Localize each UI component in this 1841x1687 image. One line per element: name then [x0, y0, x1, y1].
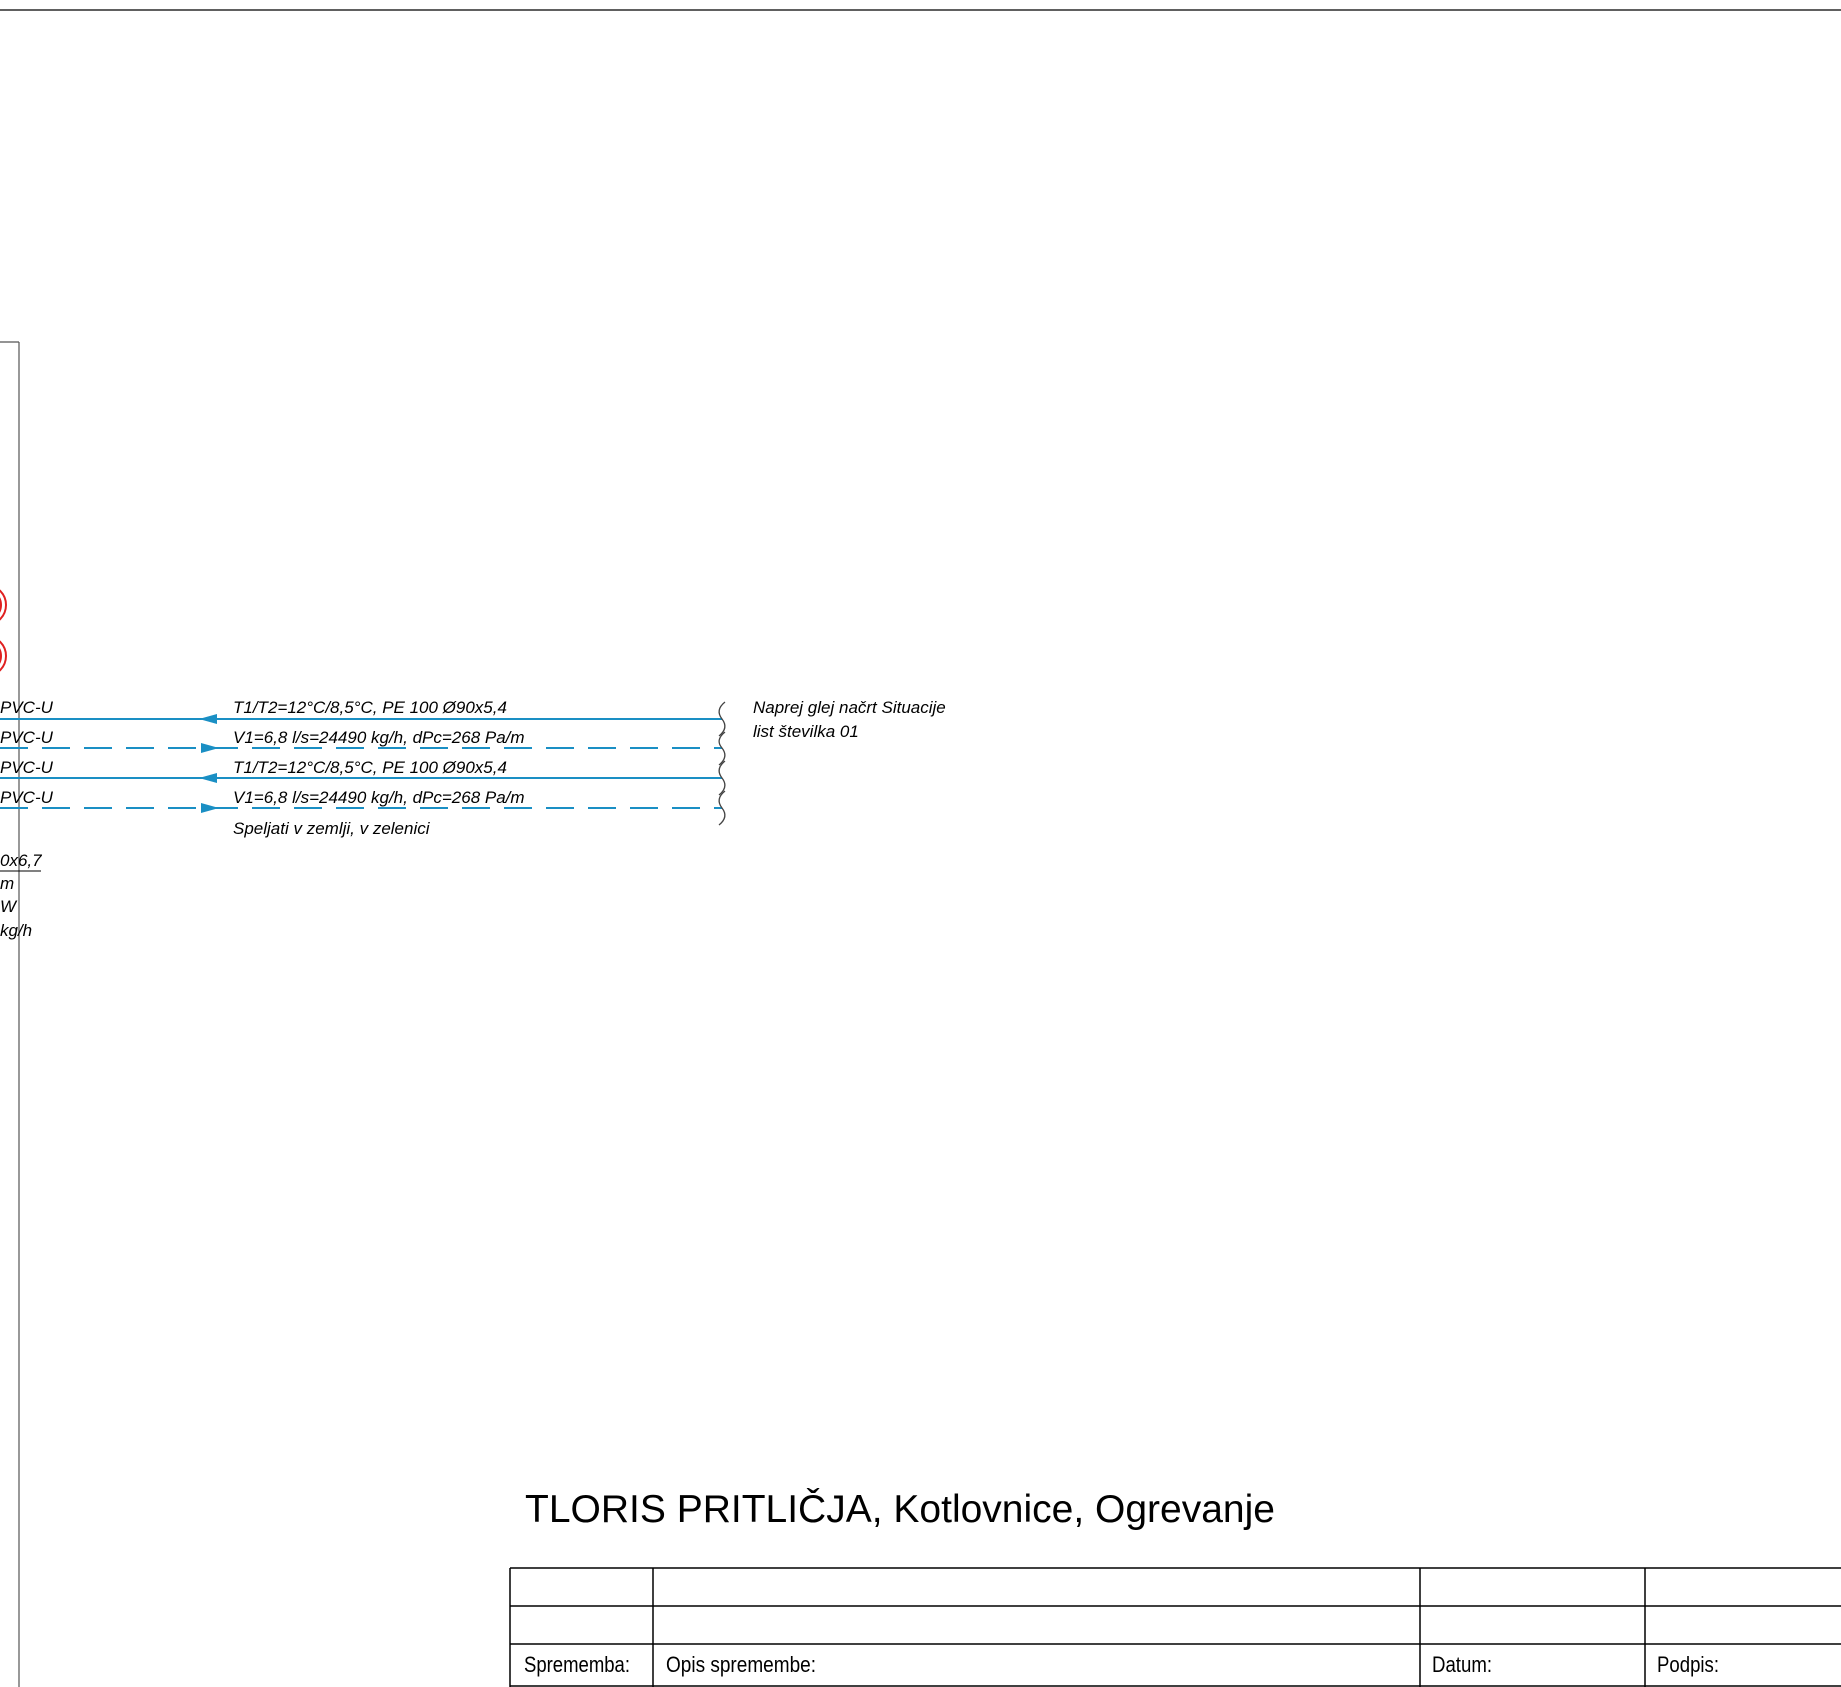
pipe-label-row-5: Speljati v zemlji, v zelenici	[233, 819, 431, 838]
left-label-4: PVC-U	[0, 788, 54, 807]
flow-arrow-left-icon	[199, 714, 217, 724]
note-line-2: list številka 01	[753, 722, 859, 741]
left-spec-1: 0x6,7	[0, 851, 42, 870]
note-line-1: Naprej glej načrt Situacije	[753, 698, 946, 717]
continuation-note: Naprej glej načrt Situacije list številk…	[753, 698, 946, 741]
flow-arrows	[199, 714, 219, 813]
left-spec-4: kg/h	[0, 921, 32, 940]
left-label-2: PVC-U	[0, 728, 54, 747]
flow-arrow-right-icon	[201, 743, 219, 753]
pipe-break-symbols	[718, 701, 726, 826]
left-spec-3: W	[0, 897, 18, 916]
flow-arrow-left-icon	[199, 773, 217, 783]
revision-table-headers: Sprememba: Opis spremembe: Datum: Podpis…	[524, 1652, 1719, 1677]
pipe-label-row-4: V1=6,8 l/s=24490 kg/h, dPc=268 Pa/m	[233, 788, 525, 807]
header-date: Datum:	[1432, 1652, 1492, 1677]
header-change: Sprememba:	[524, 1652, 630, 1677]
left-label-1: PVC-U	[0, 698, 54, 717]
drawing-sheet: PVC-U PVC-U PVC-U PVC-U 0x6,7 m W kg/h T…	[0, 9, 1841, 1687]
flow-arrow-right-icon	[201, 803, 219, 813]
sheet-title: TLORIS PRITLIČJA, Kotlovnice, Ogrevanje	[525, 1487, 1275, 1531]
pipe-label-row-3: T1/T2=12°C/8,5°C, PE 100 Ø90x5,4	[233, 758, 507, 777]
red-fixture-symbols	[0, 589, 7, 672]
left-spec-fragments: 0x6,7 m W kg/h	[0, 851, 42, 940]
pipe-label-row-2: V1=6,8 l/s=24490 kg/h, dPc=268 Pa/m	[233, 728, 525, 747]
header-description: Opis spremembe:	[666, 1652, 816, 1677]
left-pipe-label-fragments: PVC-U PVC-U PVC-U PVC-U	[0, 698, 54, 807]
header-signature: Podpis:	[1657, 1652, 1719, 1677]
left-spec-2: m	[0, 874, 14, 893]
pipe-label-row-1: T1/T2=12°C/8,5°C, PE 100 Ø90x5,4	[233, 698, 507, 717]
left-label-3: PVC-U	[0, 758, 54, 777]
